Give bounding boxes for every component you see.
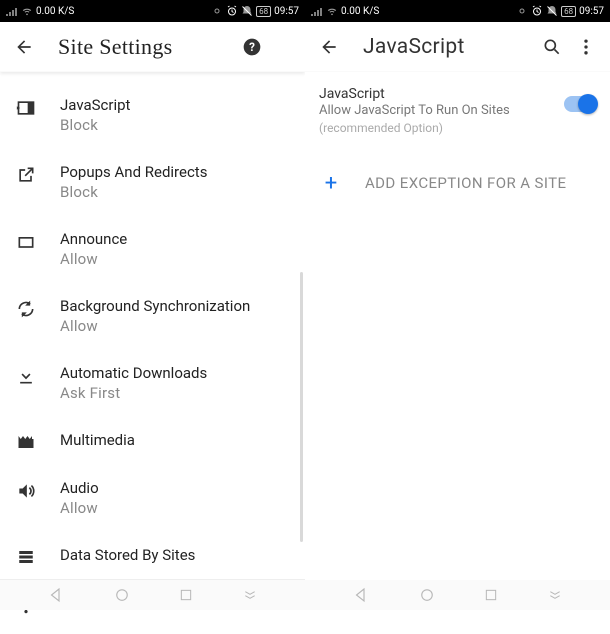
status-bar: 0.00 K/S 68 09:57 0.00 K/S 68 09:57 [0,0,610,22]
pane-javascript: JavaScript JavaScript Allow JavaScript T… [305,22,610,580]
setting-recommendation: (recommended Option) [319,121,556,135]
item-title: Popups And Redirects [60,163,207,183]
signal-icon [311,6,323,16]
mute-icon [241,5,253,17]
nav-back-button[interactable] [352,586,370,604]
overflow-menu-button[interactable] [572,33,600,61]
alarm-icon [226,5,238,17]
wifi-icon [21,6,33,16]
item-title: Data Stored By Sites [60,546,195,566]
network-speed: 0.00 K/S [341,6,379,17]
settings-item-automatic-downloads[interactable]: Automatic DownloadsAsk First [0,354,305,421]
item-subtitle: Ask First [60,384,207,404]
settings-list: JavaScriptBlockPopups And RedirectsBlock… [0,72,305,634]
dock-right-icon [14,96,38,118]
download-icon [14,364,38,386]
nav-home-button[interactable] [418,586,436,604]
status-time: 09:57 [579,6,604,17]
item-title: Multimedia [60,431,135,451]
app-bar-right: JavaScript [305,22,610,72]
eye-icon [211,5,223,17]
add-exception-button[interactable]: + ADD EXCEPTION FOR A SITE [305,145,610,222]
nav-recent-button[interactable] [178,587,194,603]
settings-item-javascript[interactable]: JavaScriptBlock [0,86,305,153]
help-button[interactable]: ? [238,33,266,61]
more-vert-icon [576,37,596,57]
javascript-switch[interactable] [564,96,596,112]
wifi-icon [326,6,338,16]
item-subtitle: Block [60,183,207,203]
mute-icon [546,5,558,17]
nav-dropdown-button[interactable] [242,587,258,603]
help-icon: ? [242,37,262,57]
page-title: JavaScript [363,35,538,59]
item-subtitle: Allow [60,499,99,519]
battery-icon: 68 [561,6,576,17]
item-subtitle: Block [60,116,130,136]
svg-text:?: ? [249,40,255,54]
storage-icon [14,546,38,566]
app-bar-left: Site Settings ? [0,22,305,72]
eye-icon [516,5,528,17]
battery-icon: 68 [256,6,271,17]
add-exception-label: ADD EXCEPTION FOR A SITE [365,174,566,192]
page-title: Site Settings [58,34,238,60]
nav-recent-button[interactable] [483,587,499,603]
settings-item-announce[interactable]: AnnounceAllow [0,220,305,287]
volume-icon [14,479,38,501]
settings-item-popups-and-redirects[interactable]: Popups And RedirectsBlock [0,153,305,220]
nav-back-button[interactable] [47,586,65,604]
movie-icon [14,431,38,451]
signal-icon [6,6,18,16]
back-button[interactable] [10,33,38,61]
settings-item-background-synchronization[interactable]: Background SynchronizationAllow [0,287,305,354]
back-button[interactable] [315,33,343,61]
scrollbar[interactable] [300,272,303,542]
network-speed: 0.00 K/S [36,6,74,17]
item-title: Background Synchronization [60,297,250,317]
arrow-back-icon [319,37,339,57]
plus-icon: + [319,171,343,196]
item-subtitle: Allow [60,250,127,270]
item-title: JavaScript [60,96,130,116]
item-title: Automatic Downloads [60,364,207,384]
settings-item-audio[interactable]: AudioAllow [0,469,305,536]
switch-knob [578,94,598,114]
javascript-toggle-row[interactable]: JavaScript Allow JavaScript To Run On Si… [305,72,610,145]
setting-title: JavaScript [319,86,556,102]
search-button[interactable] [538,33,566,61]
item-subtitle: Allow [60,317,250,337]
sync-icon [14,297,38,319]
item-title: Audio [60,479,99,499]
android-nav-bar [0,580,610,610]
status-time: 09:57 [274,6,299,17]
arrow-back-icon [14,37,34,57]
search-icon [542,37,562,57]
nav-home-button[interactable] [113,586,131,604]
rectangle-icon [14,230,38,252]
pane-site-settings: Site Settings ? JavaScriptBlockPopups An… [0,22,305,580]
item-title: Announce [60,230,127,250]
alarm-icon [531,5,543,17]
nav-dropdown-button[interactable] [547,587,563,603]
settings-item-multimedia[interactable]: Multimedia [0,421,305,469]
settings-item-data-stored-by-sites[interactable]: Data Stored By Sites [0,536,305,584]
setting-description: Allow JavaScript To Run On Sites [319,103,556,120]
open-in-new-icon [14,163,38,185]
